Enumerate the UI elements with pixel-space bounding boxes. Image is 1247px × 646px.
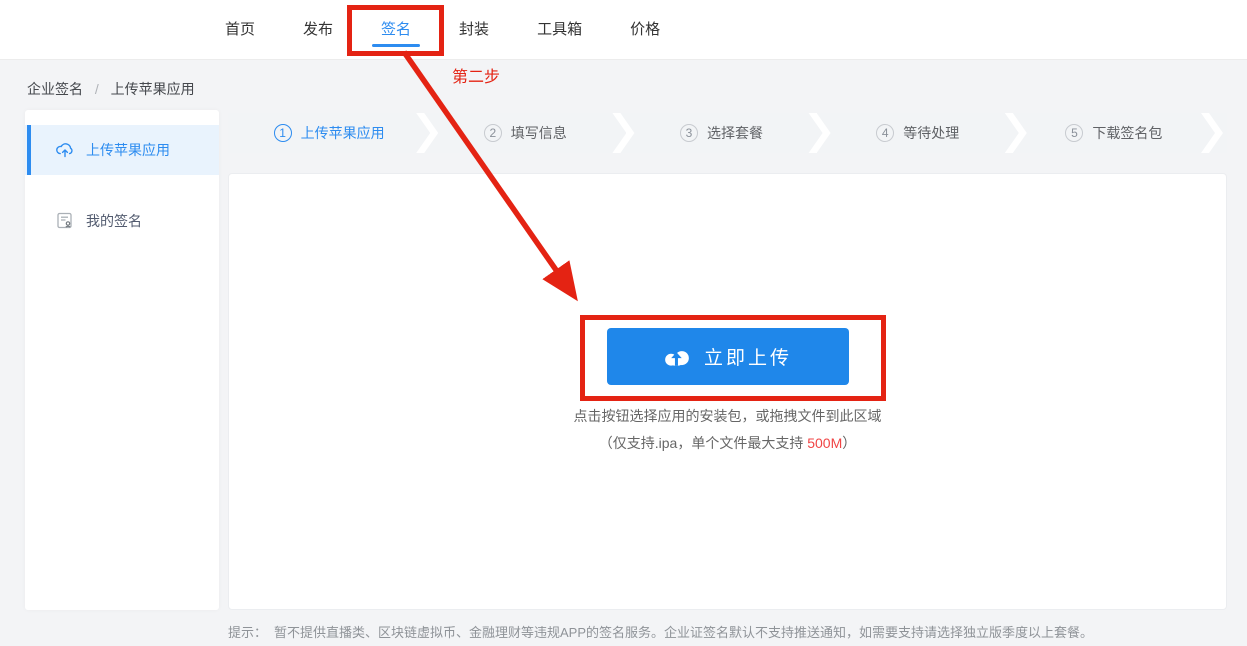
steps-bar: 1 上传苹果应用 2 填写信息 3 选择套餐 4 等待处理 5 下载签名包 <box>228 113 1228 153</box>
sidebar: 上传苹果应用 我的签名 <box>25 110 219 610</box>
step-label: 上传苹果应用 <box>300 125 385 141</box>
upload-now-button[interactable]: 立即上传 <box>606 328 849 385</box>
max-size-value: 500M <box>807 435 843 451</box>
breadcrumb-parent[interactable]: 企业签名 <box>27 81 83 97</box>
cloud-upload-icon <box>55 141 75 159</box>
nav-item-package[interactable]: 封装 <box>459 0 489 60</box>
upload-button-label: 立即上传 <box>703 348 792 369</box>
top-header: 首页 发布 签名 封装 工具箱 价格 <box>0 0 1247 60</box>
upload-hint-text: 点击按钮选择应用的安装包，或拖拽文件到此区域 <box>573 408 882 424</box>
sidebar-item-upload-apple-app[interactable]: 上传苹果应用 <box>25 125 219 175</box>
sidebar-item-label: 我的签名 <box>86 213 142 229</box>
restriction-prefix: （仅支持.ipa，单个文件最大支持 <box>598 435 808 451</box>
step-number: 3 <box>680 124 698 142</box>
step-label: 等待处理 <box>903 125 960 141</box>
step-number: 5 <box>1065 124 1083 142</box>
step-number: 2 <box>484 124 502 142</box>
sidebar-item-my-signatures[interactable]: 我的签名 <box>25 196 219 246</box>
tip-text: 暂不提供直播类、区块链虚拟币、金融理财等违规APP的签名服务。企业证签名默认不支… <box>274 625 1094 640</box>
sidebar-item-label: 上传苹果应用 <box>86 142 170 158</box>
breadcrumb-separator: / <box>94 81 99 97</box>
nav-item-toolbox[interactable]: 工具箱 <box>537 0 582 60</box>
restriction-suffix: ） <box>842 435 857 451</box>
upload-restrictions-text: （仅支持.ipa，单个文件最大支持 500M） <box>229 433 1226 453</box>
nav-item-publish[interactable]: 发布 <box>303 0 333 60</box>
step-4-wait-processing: 4 等待处理 <box>817 113 1019 153</box>
step-1-upload: 1 上传苹果应用 <box>228 113 430 153</box>
footer-tip: 提示： 暂不提供直播类、区块链虚拟币、金融理财等违规APP的签名服务。企业证签名默… <box>228 622 1093 641</box>
breadcrumb-current: 上传苹果应用 <box>110 81 195 97</box>
nav-item-price[interactable]: 价格 <box>630 0 660 60</box>
signature-doc-icon <box>55 212 75 230</box>
step-3-choose-plan: 3 选择套餐 <box>620 113 822 153</box>
nav-item-signature[interactable]: 签名 <box>372 0 421 60</box>
upload-panel: 立即上传 点击按钮选择应用的安装包，或拖拽文件到此区域 （仅支持.ipa，单个文… <box>228 173 1227 610</box>
nav-item-home[interactable]: 首页 <box>225 0 255 60</box>
tip-label: 提示： <box>228 625 268 640</box>
step-label: 下载签名包 <box>1092 125 1163 141</box>
step-label: 选择套餐 <box>707 125 763 141</box>
cloud-upload-icon <box>663 346 691 368</box>
step-2-fill-info: 2 填写信息 <box>424 113 626 153</box>
step-number: 4 <box>876 124 894 142</box>
step-label: 填写信息 <box>510 125 567 141</box>
main-nav: 首页 发布 签名 封装 工具箱 价格 <box>225 0 660 60</box>
step-number: 1 <box>274 124 292 142</box>
page: 首页 发布 签名 封装 工具箱 价格 企业签名 / 上传苹果应用 上传苹果应用 <box>0 0 1247 646</box>
breadcrumb: 企业签名 / 上传苹果应用 <box>27 79 195 99</box>
annotation-step-two-label: 第二步 <box>452 69 501 86</box>
step-5-download-package: 5 下载签名包 <box>1013 113 1215 153</box>
